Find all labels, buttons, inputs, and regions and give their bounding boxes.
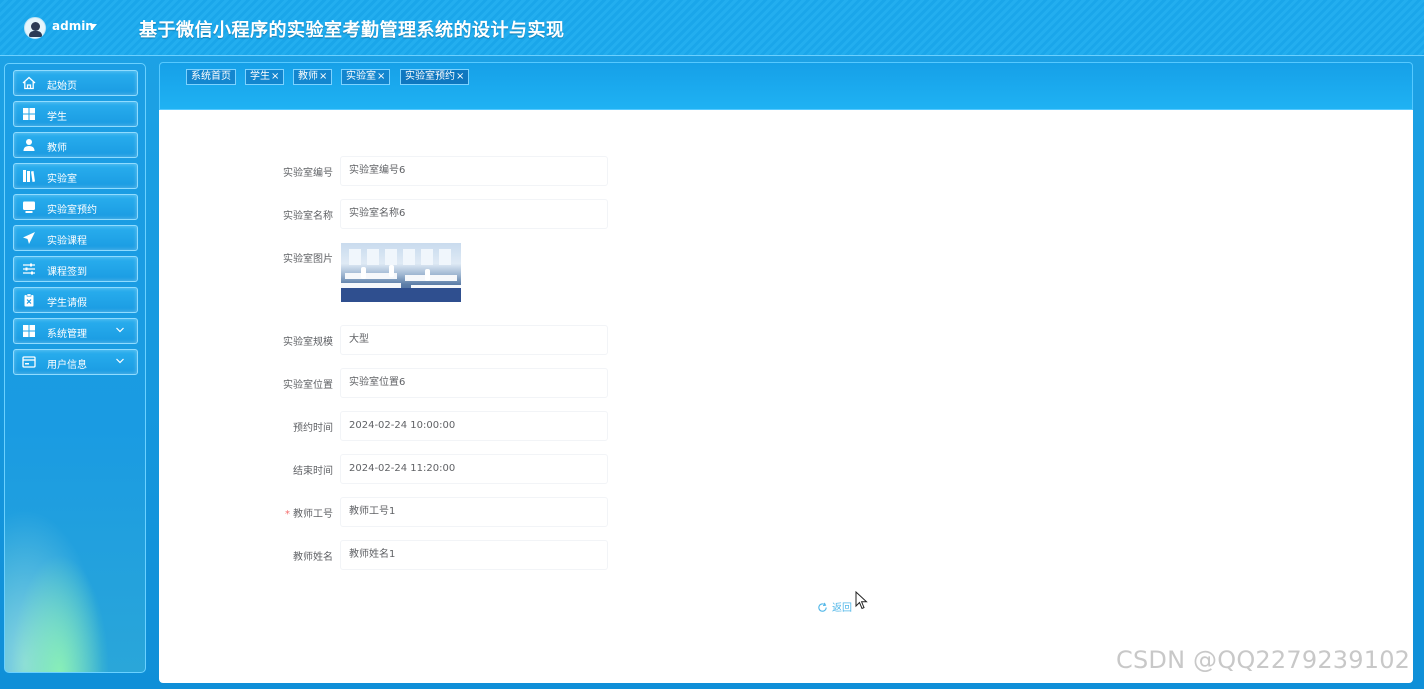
lab-location-field[interactable]: 实验室位置6	[340, 368, 608, 398]
end-time-field[interactable]: 2024-02-24 11:20:00	[340, 454, 608, 484]
grid-icon	[23, 108, 35, 120]
back-button[interactable]: 返回	[817, 599, 852, 614]
detail-panel: 实验室编号 实验室编号6 实验室名称 实验室名称6 实验室图片 实验室规模 大型…	[159, 110, 1413, 683]
field-label-lab-scale: 实验室规模	[283, 337, 333, 348]
sidebar-item-labs[interactable]: 实验室	[13, 163, 138, 189]
mouse-cursor-icon	[855, 591, 868, 610]
sidebar-item-teachers[interactable]: 教师	[13, 132, 138, 158]
sidebar-item-course-checkin[interactable]: 课程签到	[13, 256, 138, 282]
field-label-teacher-name: 教师姓名	[293, 552, 333, 563]
tabs-bar: 系统首页 学生× 教师× 实验室× 实验室预约×	[159, 62, 1413, 110]
chevron-down-icon	[116, 358, 124, 364]
teacher-name-field[interactable]: 教师姓名1	[340, 540, 608, 570]
refresh-icon	[818, 602, 827, 612]
sidebar-item-label: 实验课程	[47, 236, 87, 247]
field-label-booking-time: 预约时间	[293, 423, 333, 434]
lab-number-field[interactable]: 实验室编号6	[340, 156, 608, 186]
sidebar-item-student-leave[interactable]: 学生请假	[13, 287, 138, 313]
sliders-icon	[23, 263, 35, 275]
sidebar-item-label: 起始页	[47, 81, 77, 92]
lab-image[interactable]	[341, 243, 461, 302]
field-label-lab-location: 实验室位置	[283, 380, 333, 391]
sidebar-item-label: 实验室	[47, 174, 77, 185]
teacher-id-field[interactable]: 教师工号1	[340, 497, 608, 527]
home-icon	[22, 76, 36, 90]
field-label-end-time: 结束时间	[293, 466, 333, 477]
paper-plane-icon	[23, 232, 35, 244]
monitor-icon	[23, 201, 35, 213]
sidebar-item-label: 学生请假	[47, 298, 87, 309]
sidebar: 起始页 学生 教师 实验室 实验室预约 实验课程 课程签到 学生请假 系统管理 …	[4, 63, 146, 673]
books-icon	[23, 170, 35, 182]
close-icon[interactable]: ×	[456, 71, 464, 82]
sidebar-item-label: 实验室预约	[47, 205, 97, 216]
watermark: CSDN @QQ2279239102	[1116, 646, 1411, 674]
username[interactable]: admin	[52, 19, 94, 33]
field-label-lab-number: 实验室编号	[283, 168, 333, 179]
lab-scale-field[interactable]: 大型	[340, 325, 608, 355]
tab-label: 学生	[250, 71, 270, 82]
chevron-down-icon	[116, 327, 124, 333]
sidebar-item-label: 用户信息	[47, 360, 87, 371]
field-label-lab-name: 实验室名称	[283, 211, 333, 222]
tab-label: 系统首页	[191, 71, 231, 82]
app-title: 基于微信小程序的实验室考勤管理系统的设计与实现	[139, 20, 565, 41]
user-icon	[23, 139, 35, 151]
tab-students[interactable]: 学生×	[245, 69, 285, 85]
required-mark: *	[285, 509, 290, 520]
close-icon[interactable]: ×	[377, 71, 385, 82]
lab-name-field[interactable]: 实验室名称6	[340, 199, 608, 229]
sidebar-item-lab-courses[interactable]: 实验课程	[13, 225, 138, 251]
sidebar-item-label: 教师	[47, 143, 67, 154]
grid-icon	[23, 325, 35, 337]
avatar-icon[interactable]	[24, 17, 46, 39]
tab-label: 教师	[298, 71, 318, 82]
close-icon[interactable]: ×	[319, 71, 327, 82]
sidebar-item-label: 学生	[47, 112, 67, 123]
sidebar-item-label: 课程签到	[47, 267, 87, 278]
sidebar-item-home[interactable]: 起始页	[13, 70, 138, 96]
sidebar-item-students[interactable]: 学生	[13, 101, 138, 127]
field-label-text: 教师工号	[293, 509, 333, 520]
tab-lab-booking[interactable]: 实验室预约×	[400, 69, 470, 85]
sidebar-item-system-management[interactable]: 系统管理	[13, 318, 138, 344]
booking-time-field[interactable]: 2024-02-24 10:00:00	[340, 411, 608, 441]
field-label-teacher-id: * 教师工号	[213, 505, 333, 520]
sidebar-item-lab-booking[interactable]: 实验室预约	[13, 194, 138, 220]
tab-label: 实验室	[346, 71, 376, 82]
tab-label: 实验室预约	[405, 71, 455, 82]
back-label: 返回	[832, 603, 852, 614]
card-icon	[22, 356, 36, 368]
tab-labs[interactable]: 实验室×	[341, 69, 391, 85]
top-header: admin 基于微信小程序的实验室考勤管理系统的设计与实现	[0, 0, 1424, 56]
clipboard-icon	[24, 293, 34, 307]
sidebar-item-label: 系统管理	[47, 329, 87, 340]
tab-teachers[interactable]: 教师×	[293, 69, 333, 85]
tab-home[interactable]: 系统首页	[186, 69, 236, 85]
caret-down-icon[interactable]	[89, 24, 97, 29]
close-icon[interactable]: ×	[271, 71, 279, 82]
sidebar-item-user-info[interactable]: 用户信息	[13, 349, 138, 375]
field-label-lab-image: 实验室图片	[283, 254, 333, 265]
